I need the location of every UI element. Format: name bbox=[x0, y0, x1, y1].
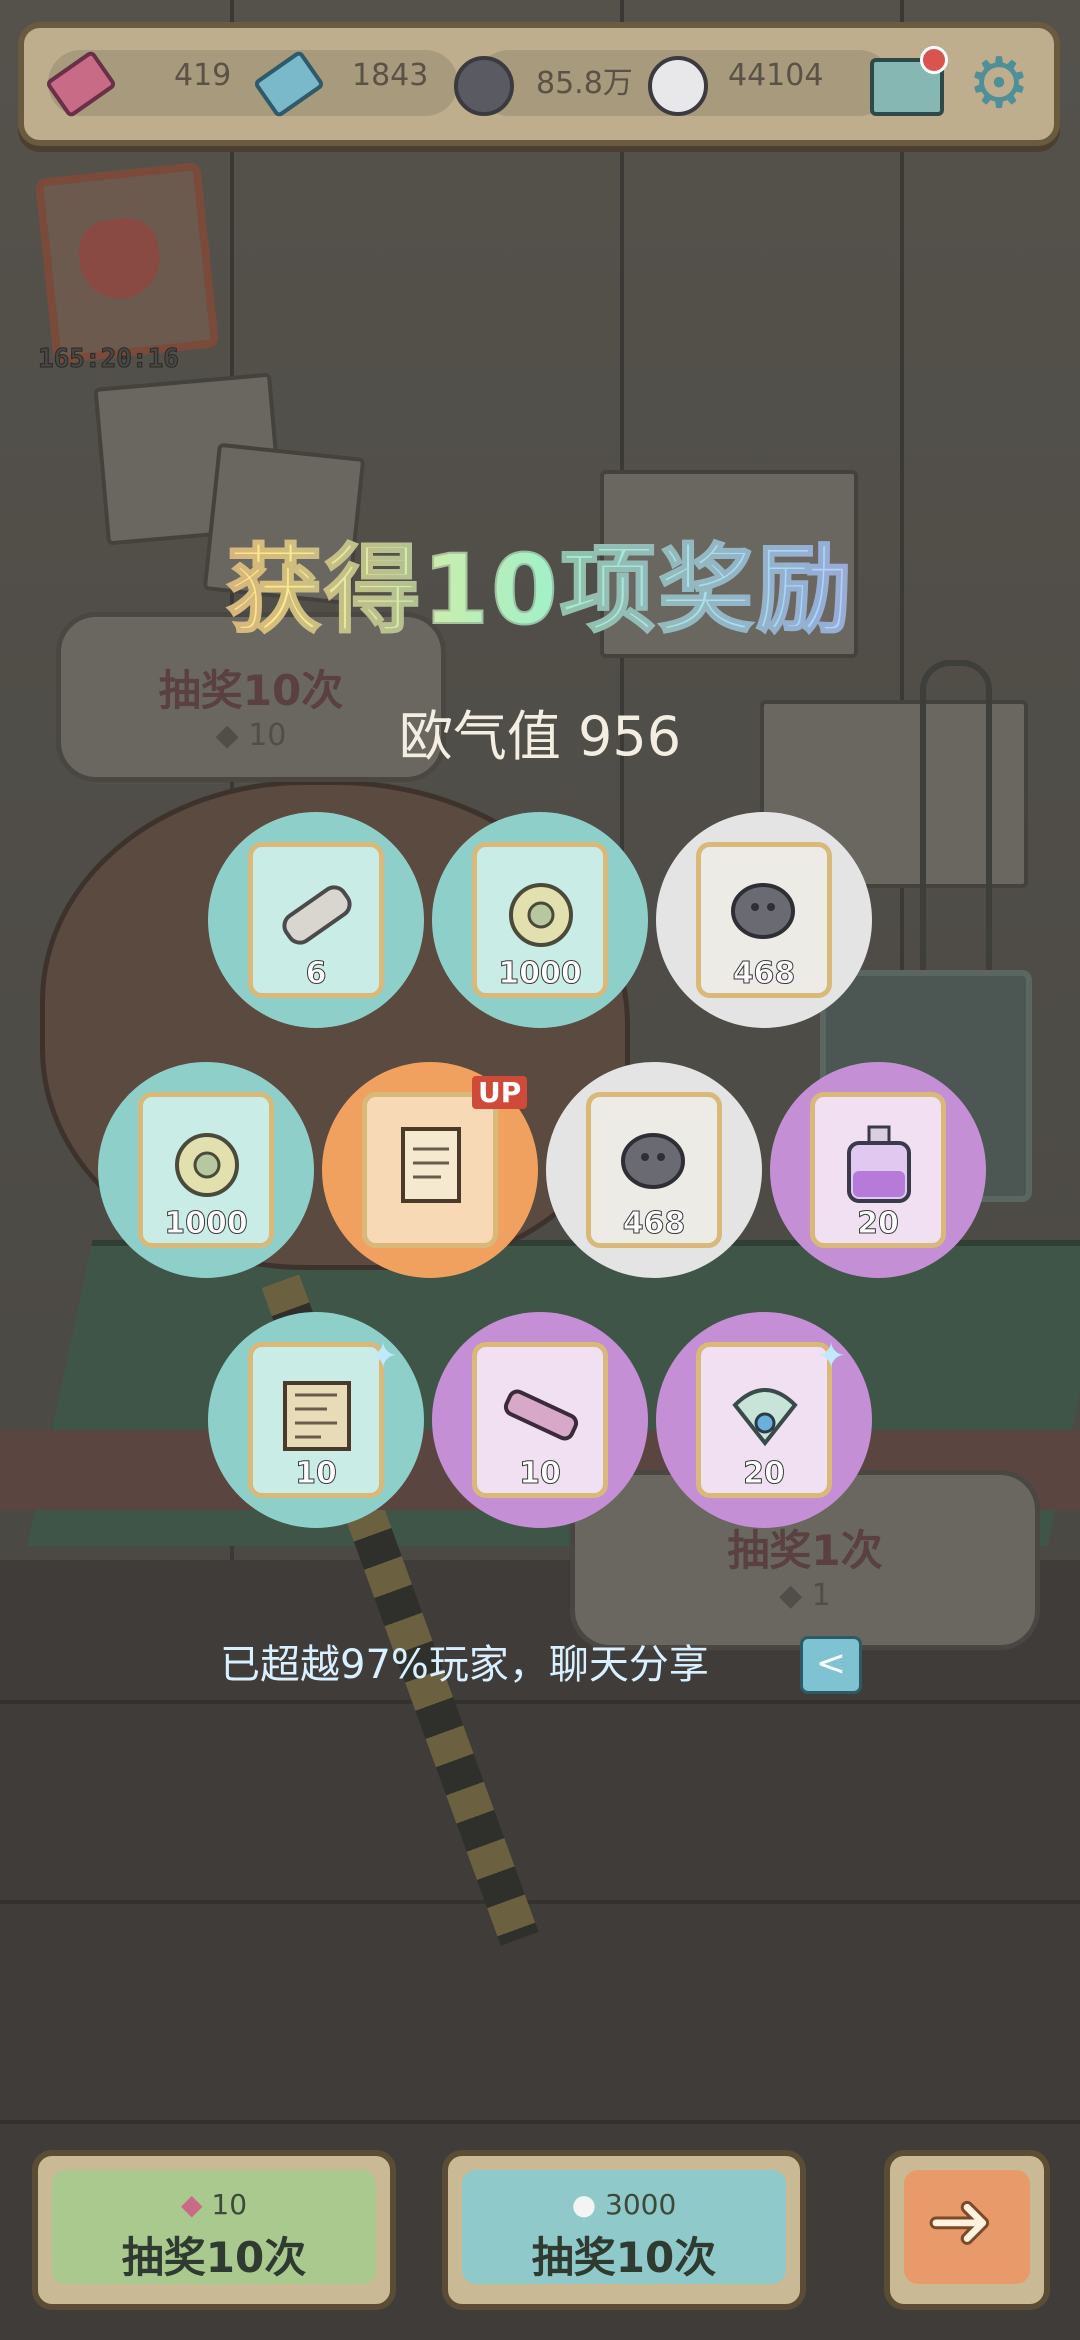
reward-title: 获得10项奖励 bbox=[0, 512, 1080, 651]
arrow-right-icon: ➜ bbox=[925, 2174, 995, 2267]
recipe-scroll-icon bbox=[401, 1127, 461, 1203]
reward-item[interactable]: 6 bbox=[208, 812, 424, 1028]
mold-coin-icon bbox=[175, 1133, 239, 1197]
reward-card bbox=[362, 1092, 498, 1248]
draw10-ticket-button[interactable]: ◆ 10 抽奖10次 bbox=[32, 2150, 396, 2310]
blue-ticket-count: 1843 bbox=[352, 58, 429, 93]
top-resource-bar: 419 1843 85.8万 44104 ⚙ bbox=[18, 22, 1060, 146]
sparkle-icon: ✦ bbox=[816, 1336, 847, 1377]
white-bubble-icon[interactable] bbox=[648, 56, 708, 116]
up-badge: UP bbox=[472, 1076, 528, 1109]
reward-qty: 10 bbox=[295, 1456, 338, 1492]
ticket-icon: ◆ bbox=[779, 1578, 812, 1613]
reward-qty: 468 bbox=[622, 1206, 686, 1242]
event-timer: 165:20:16 bbox=[38, 344, 180, 375]
bg-draw1-cost: ◆ 1 bbox=[779, 1578, 831, 1613]
dark-bubble-icon bbox=[731, 883, 795, 939]
draw10-bubble-cost: ● 3000 bbox=[571, 2188, 677, 2221]
potion-icon bbox=[847, 1125, 911, 1203]
scroll-icon bbox=[282, 885, 352, 945]
dark-bubble-icon[interactable] bbox=[454, 56, 514, 116]
event-card[interactable] bbox=[34, 161, 220, 365]
ticket-icon: ◆ bbox=[180, 2188, 212, 2221]
reward-item[interactable]: 20 bbox=[770, 1062, 986, 1278]
draw10-bubble-label: 抽奖10次 bbox=[531, 2233, 717, 2282]
dark-bubble-icon bbox=[621, 1133, 685, 1189]
gear-icon[interactable]: ⚙ bbox=[966, 48, 1032, 118]
reward-qty: 1000 bbox=[164, 1206, 249, 1242]
carrot-icon bbox=[75, 214, 164, 303]
next-button[interactable]: ➜ bbox=[884, 2150, 1050, 2310]
reward-item[interactable]: 1000 bbox=[432, 812, 648, 1028]
telescope-icon bbox=[503, 1389, 579, 1441]
map-icon bbox=[283, 1381, 351, 1451]
reward-item[interactable]: 1000 bbox=[98, 1062, 314, 1278]
sparkle-icon: ✦ bbox=[368, 1336, 399, 1377]
share-text[interactable]: 已超越97%玩家，聊天分享 bbox=[220, 1632, 709, 1690]
ticket-count: 419 bbox=[174, 58, 232, 93]
draw10-ticket-label: 抽奖10次 bbox=[121, 2233, 307, 2282]
peacock-ornament-icon bbox=[732, 1388, 798, 1447]
reward-item[interactable]: UP bbox=[322, 1062, 538, 1278]
draw10-bubble-button[interactable]: ● 3000 抽奖10次 bbox=[442, 2150, 806, 2310]
share-icon[interactable]: < bbox=[800, 1636, 862, 1694]
reward-qty: 10 bbox=[519, 1456, 562, 1492]
reward-item[interactable]: 468 bbox=[656, 812, 872, 1028]
luck-value: 欧气值 956 bbox=[398, 705, 682, 768]
reward-qty: 20 bbox=[857, 1206, 900, 1242]
dark-bubble-count: 85.8万 bbox=[536, 66, 633, 101]
reward-item[interactable]: ✦ 10 bbox=[208, 1312, 424, 1528]
draw10-ticket-cost: ◆ 10 bbox=[180, 2188, 248, 2221]
bg-draw1-label: 抽奖1次 bbox=[727, 1526, 883, 1575]
reward-qty: 6 bbox=[305, 956, 327, 992]
reward-item[interactable]: 468 bbox=[546, 1062, 762, 1278]
white-bubble-icon: ● bbox=[571, 2188, 606, 2221]
reward-qty: 1000 bbox=[498, 956, 583, 992]
reward-qty: 20 bbox=[743, 1456, 786, 1492]
reward-qty: 468 bbox=[732, 956, 796, 992]
white-bubble-count: 44104 bbox=[728, 58, 824, 93]
mail-notification-dot bbox=[920, 46, 948, 74]
reward-item[interactable]: 10 bbox=[432, 1312, 648, 1528]
reward-item[interactable]: ✦ 20 bbox=[656, 1312, 872, 1528]
mold-coin-icon bbox=[509, 883, 573, 947]
